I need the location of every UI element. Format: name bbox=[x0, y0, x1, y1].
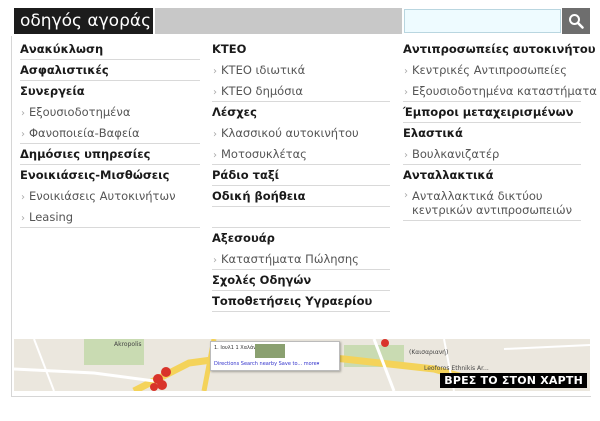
map-preview[interactable]: Akropolis (Καισαριανή) Leoforos Ethnikis… bbox=[14, 339, 590, 391]
search-button[interactable] bbox=[562, 8, 590, 34]
bullet-icon: › bbox=[213, 129, 217, 140]
subcategory-label: Εξουσιοδοτημένα bbox=[29, 105, 131, 119]
header-bar bbox=[155, 8, 402, 34]
magnifier-icon bbox=[569, 14, 584, 29]
bullet-icon: › bbox=[213, 87, 217, 98]
category-tyres[interactable]: Ελαστικά bbox=[403, 123, 581, 144]
subcategory-classic-car[interactable]: › Κλασσικού αυτοκινήτου bbox=[212, 123, 390, 144]
left-border bbox=[11, 36, 12, 396]
bullet-icon: › bbox=[21, 129, 25, 140]
category-lpg-installations[interactable]: Τοποθετήσεις Υγραερίου bbox=[212, 291, 390, 312]
find-on-map-label[interactable]: ΒΡΕΣ ΤΟ ΣΤΟΝ ΧΑΡΤΗ bbox=[440, 373, 587, 388]
subcategory-label: Βουλκανιζατέρ bbox=[412, 147, 500, 161]
category-clubs[interactable]: Λέσχες bbox=[212, 102, 390, 123]
subcategory-label: Κεντρικές Αντιπροσωπείες bbox=[412, 63, 567, 77]
popup-links[interactable]: Directions Search nearby Save to... more… bbox=[214, 361, 319, 367]
subcategory-motorcycle[interactable]: › Μοτοσυκλέτας bbox=[212, 144, 390, 165]
map-label-lenforos: Leoforos Ethnikis Ar... bbox=[424, 365, 489, 372]
subcategory-label: Καταστήματα Πώλησης bbox=[221, 252, 359, 266]
subcategory-car-rental[interactable]: › Ενοικιάσεις Αυτοκινήτων bbox=[20, 186, 200, 207]
bullet-icon: › bbox=[404, 87, 408, 98]
subcategory-shops[interactable]: › Καταστήματα Πώλησης bbox=[212, 249, 390, 270]
category-dealerships[interactable]: Αντιπροσωπείες αυτοκινήτου bbox=[403, 39, 596, 60]
bullet-icon: › bbox=[21, 213, 25, 224]
popup-thumbnail bbox=[255, 344, 285, 358]
subcategory-kteo-public[interactable]: › ΚΤΕΟ δημόσια bbox=[212, 81, 390, 102]
category-rentals[interactable]: Ενοικιάσεις-Μισθώσεις bbox=[20, 165, 200, 186]
subcategory-central-dealers[interactable]: › Κεντρικές Αντιπροσωπείες bbox=[403, 60, 581, 81]
category-kteo[interactable]: ΚΤΕΟ bbox=[212, 39, 390, 60]
subcategory-authorized[interactable]: › Εξουσιοδοτημένα bbox=[20, 102, 200, 123]
spacer bbox=[212, 207, 390, 228]
map-marker-icon[interactable] bbox=[381, 339, 389, 347]
subcategory-label: Ανταλλακτικά δικτύου κεντρικών αντιπροσω… bbox=[412, 189, 573, 217]
bullet-icon: › bbox=[213, 255, 217, 266]
subcategory-label: Εξουσιοδοτημένα καταστήματα bbox=[412, 84, 597, 98]
subcategory-label: Κλασσικού αυτοκινήτου bbox=[221, 126, 359, 140]
subcategory-label: Μοτοσυκλέτας bbox=[221, 147, 307, 161]
subcategory-leasing[interactable]: › Leasing bbox=[20, 207, 200, 228]
category-public-services[interactable]: Δημόσιες υπηρεσίες bbox=[20, 144, 200, 165]
subcategory-label: Leasing bbox=[29, 210, 74, 224]
subcategory-label: ΚΤΕΟ ιδιωτικά bbox=[221, 63, 306, 77]
subcategory-authorized-stores[interactable]: › Εξουσιοδοτημένα καταστήματα bbox=[403, 81, 597, 102]
bullet-icon: › bbox=[404, 66, 408, 77]
subcategory-kteo-private[interactable]: › ΚΤΕΟ ιδιωτικά bbox=[212, 60, 390, 81]
subcategory-bodywork[interactable]: › Φανοποιεία-Βαφεία bbox=[20, 123, 200, 144]
subcategory-label: Ενοικιάσεις Αυτοκινήτων bbox=[29, 189, 176, 203]
map-info-popup[interactable]: 1. Ιουλ1 1 Χαλάν Directions Search nearb… bbox=[210, 341, 340, 371]
bottom-border bbox=[11, 396, 591, 397]
search-input[interactable] bbox=[404, 9, 561, 33]
bullet-icon: › bbox=[213, 66, 217, 77]
category-insurance[interactable]: Ασφαλιστικές bbox=[20, 60, 200, 81]
category-spare-parts[interactable]: Ανταλλακτικά bbox=[403, 165, 581, 186]
subcategory-dealer-parts[interactable]: › Ανταλλακτικά δικτύου κεντρικών αντιπροσ… bbox=[403, 186, 581, 221]
bullet-icon: › bbox=[21, 192, 25, 203]
header: οδηγός αγοράς bbox=[14, 8, 590, 34]
guide-title: οδηγός αγοράς bbox=[14, 8, 153, 34]
category-radio-taxi[interactable]: Ράδιο ταξί bbox=[212, 165, 390, 186]
column-1: Ανακύκλωση Ασφαλιστικές Συνεργεία › Εξουσ… bbox=[20, 39, 200, 228]
map-label-acropolis: Akropolis bbox=[114, 341, 142, 348]
popup-title: 1. Ιουλ1 1 Χαλάν bbox=[214, 345, 257, 351]
map-label-kaisariani: (Καισαριανή) bbox=[409, 349, 449, 356]
bullet-icon: › bbox=[213, 150, 217, 161]
category-road-assistance[interactable]: Οδική βοήθεια bbox=[212, 186, 390, 207]
column-2: ΚΤΕΟ › ΚΤΕΟ ιδιωτικά › ΚΤΕΟ δημόσια Λέσχες… bbox=[212, 39, 390, 312]
subcategory-vulcanizer[interactable]: › Βουλκανιζατέρ bbox=[403, 144, 581, 165]
category-garages[interactable]: Συνεργεία bbox=[20, 81, 200, 102]
bullet-icon: › bbox=[21, 108, 25, 119]
subcategory-label: Φανοποιεία-Βαφεία bbox=[29, 126, 140, 140]
column-3: Αντιπροσωπείες αυτοκινήτου › Κεντρικές Αν… bbox=[403, 39, 597, 221]
category-recycling[interactable]: Ανακύκλωση bbox=[20, 39, 200, 60]
category-accessories[interactable]: Αξεσουάρ bbox=[212, 228, 390, 249]
bullet-icon: › bbox=[404, 150, 408, 161]
category-used-dealers[interactable]: Έμποροι μεταχειρισμένων bbox=[403, 102, 581, 123]
market-guide-widget: οδηγός αγοράς Ανακύκλωση Ασφαλιστικές Συ… bbox=[0, 0, 600, 421]
subcategory-label: ΚΤΕΟ δημόσια bbox=[221, 84, 303, 98]
category-driving-schools[interactable]: Σχολές Οδηγών bbox=[212, 270, 390, 291]
bullet-icon: › bbox=[404, 190, 408, 201]
